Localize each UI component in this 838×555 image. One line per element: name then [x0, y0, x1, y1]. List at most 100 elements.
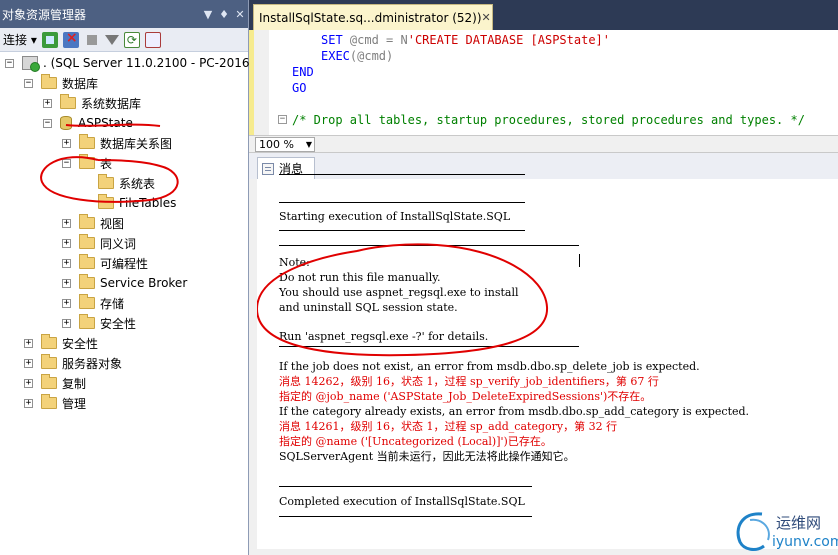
- collapse-icon[interactable]: −: [5, 58, 14, 68]
- message-line: Completed execution of InstallSqlState.S…: [279, 495, 525, 508]
- refresh-icon[interactable]: ⟳: [123, 31, 140, 48]
- pin-icon[interactable]: ♦: [216, 8, 232, 21]
- error-line: 消息 14262，级别 16，状态 1，过程 sp_verify_job_ide…: [279, 375, 659, 388]
- connect-object-explorer-icon[interactable]: [41, 31, 58, 48]
- expand-icon[interactable]: +: [62, 138, 71, 148]
- tree-node-replication[interactable]: + 复制: [24, 373, 86, 393]
- close-icon[interactable]: ✕: [232, 8, 248, 21]
- messages-icon: [262, 162, 274, 175]
- tree-node-programmability[interactable]: + 可编程性: [62, 253, 148, 273]
- error-line: 指定的 @job_name ('ASPState_Job_DeleteExpir…: [279, 390, 652, 403]
- tree-node-label: 视图: [100, 216, 125, 231]
- separator-line: [279, 346, 579, 347]
- collapse-icon[interactable]: −: [24, 78, 33, 88]
- tree-node-db-security[interactable]: + 安全性: [62, 313, 136, 333]
- tree-node-system-tables[interactable]: 系统表: [81, 173, 155, 193]
- tree-node-system-databases[interactable]: + 系统数据库: [43, 93, 141, 113]
- expand-icon[interactable]: +: [62, 298, 71, 308]
- expand-icon[interactable]: +: [62, 258, 71, 268]
- folder-icon: [41, 74, 57, 89]
- window-position-dropdown-icon[interactable]: ▼: [200, 8, 216, 21]
- watermark-logo: 运维网 iyunv.com: [732, 506, 838, 555]
- tree-node-database-diagrams[interactable]: + 数据库关系图: [62, 133, 172, 153]
- object-explorer-title: 对象资源管理器: [2, 7, 87, 22]
- folder-icon: [79, 294, 95, 309]
- tree-node-storage[interactable]: + 存储: [62, 293, 124, 313]
- text-cursor: [579, 254, 580, 267]
- separator-line: [279, 202, 525, 203]
- folder-icon: [60, 94, 76, 109]
- message-line: Starting execution of InstallSqlState.SQ…: [279, 210, 511, 223]
- expand-icon[interactable]: +: [24, 378, 33, 388]
- object-explorer-toolbar: 连接 ▾ ⟳: [0, 28, 248, 52]
- message-line: and uninstall SQL session state.: [279, 301, 458, 314]
- tree-node-server-objects[interactable]: + 服务器对象: [24, 353, 122, 373]
- tree-node-synonyms[interactable]: + 同义词: [62, 233, 136, 253]
- tree-node-tables[interactable]: − 表: [62, 153, 112, 173]
- watermark-swoosh-icon: [736, 512, 770, 551]
- connect-button[interactable]: 连接 ▾: [3, 31, 37, 48]
- tree-node-service-broker[interactable]: + Service Broker: [62, 273, 187, 293]
- editor-gutter: [249, 30, 269, 135]
- editor-status-strip: 100 % ▼: [249, 135, 838, 153]
- tree-node-security[interactable]: + 安全性: [24, 333, 98, 353]
- tree-node-label: 数据库: [62, 76, 99, 91]
- server-icon: [22, 56, 40, 72]
- expand-icon[interactable]: +: [24, 338, 33, 348]
- tree-node-label: 数据库关系图: [100, 136, 173, 151]
- expand-icon[interactable]: +: [24, 358, 33, 368]
- messages-pane[interactable]: Starting execution of InstallSqlState.SQ…: [249, 174, 838, 555]
- query-editor[interactable]: SET @cmd = N'CREATE DATABASE [ASPState]'…: [249, 30, 838, 135]
- document-tab-bar: InstallSqlState.sq...dministrator (52)) …: [249, 0, 838, 30]
- disconnect-icon[interactable]: [62, 30, 79, 48]
- collapse-icon[interactable]: −: [43, 118, 52, 128]
- expand-icon[interactable]: +: [62, 238, 71, 248]
- tree-node-label: 服务器对象: [62, 356, 123, 371]
- tree-node-label: 同义词: [100, 236, 137, 251]
- message-line: Note:: [279, 256, 310, 269]
- tree-node-aspstate[interactable]: − ASPState: [43, 113, 133, 133]
- tree-node-views[interactable]: + 视图: [62, 213, 124, 233]
- expand-icon[interactable]: +: [43, 98, 52, 108]
- folder-icon: [79, 274, 95, 289]
- results-tab-bar: 消息: [249, 153, 838, 179]
- object-explorer-panel: 对象资源管理器 ▼ ♦ ✕ 连接 ▾ ⟳ − . (SQL Server 11.…: [0, 0, 265, 555]
- zoom-select[interactable]: 100 % ▼: [255, 137, 315, 152]
- tree-node-management[interactable]: + 管理: [24, 393, 86, 413]
- message-line: If the job does not exist, an error from…: [279, 360, 700, 373]
- collapse-region-icon[interactable]: −: [278, 115, 287, 124]
- separator-line: [279, 174, 525, 175]
- expand-icon[interactable]: +: [62, 218, 71, 228]
- zoom-value: 100 %: [259, 138, 294, 151]
- folder-icon: [41, 374, 57, 389]
- tree-node-filetables[interactable]: FileTables: [81, 193, 176, 213]
- chevron-down-icon: ▼: [305, 140, 312, 149]
- folder-icon: [79, 214, 95, 229]
- message-line: Do not run this file manually.: [279, 271, 441, 284]
- code-line: EXEC(@cmd): [321, 49, 394, 63]
- tree-node-databases[interactable]: − 数据库: [24, 73, 98, 93]
- tree-node-server[interactable]: − . (SQL Server 11.0.2100 - PC-201611: [5, 53, 265, 73]
- filter-icon[interactable]: [104, 34, 119, 45]
- separator-line: [279, 516, 532, 517]
- separator-line: [279, 245, 579, 246]
- expand-icon[interactable]: +: [62, 278, 71, 288]
- tab-messages[interactable]: 消息: [257, 157, 315, 179]
- code-line: SET @cmd = N'CREATE DATABASE [ASPState]': [321, 33, 611, 47]
- message-line: SQLServerAgent 当前未运行，因此无法将此操作通知它。: [279, 450, 575, 463]
- object-explorer-title-bar: 对象资源管理器 ▼ ♦ ✕: [0, 0, 248, 28]
- expand-icon[interactable]: +: [24, 398, 33, 408]
- document-tab-label: InstallSqlState.sq...dministrator (52)): [259, 10, 482, 25]
- expand-icon[interactable]: +: [62, 318, 71, 328]
- message-line: You should use aspnet_regsql.exe to inst…: [279, 286, 519, 299]
- summary-icon[interactable]: [144, 31, 161, 48]
- folder-icon: [79, 314, 95, 329]
- tab-close-icon[interactable]: ✕: [482, 11, 491, 24]
- document-tab[interactable]: InstallSqlState.sq...dministrator (52)) …: [253, 4, 493, 30]
- collapse-icon[interactable]: −: [62, 158, 71, 168]
- code-line: GO: [292, 81, 307, 95]
- folder-icon: [41, 354, 57, 369]
- watermark-text: 运维网: [776, 514, 822, 532]
- code-line: END: [292, 65, 314, 79]
- stop-icon[interactable]: [86, 34, 97, 45]
